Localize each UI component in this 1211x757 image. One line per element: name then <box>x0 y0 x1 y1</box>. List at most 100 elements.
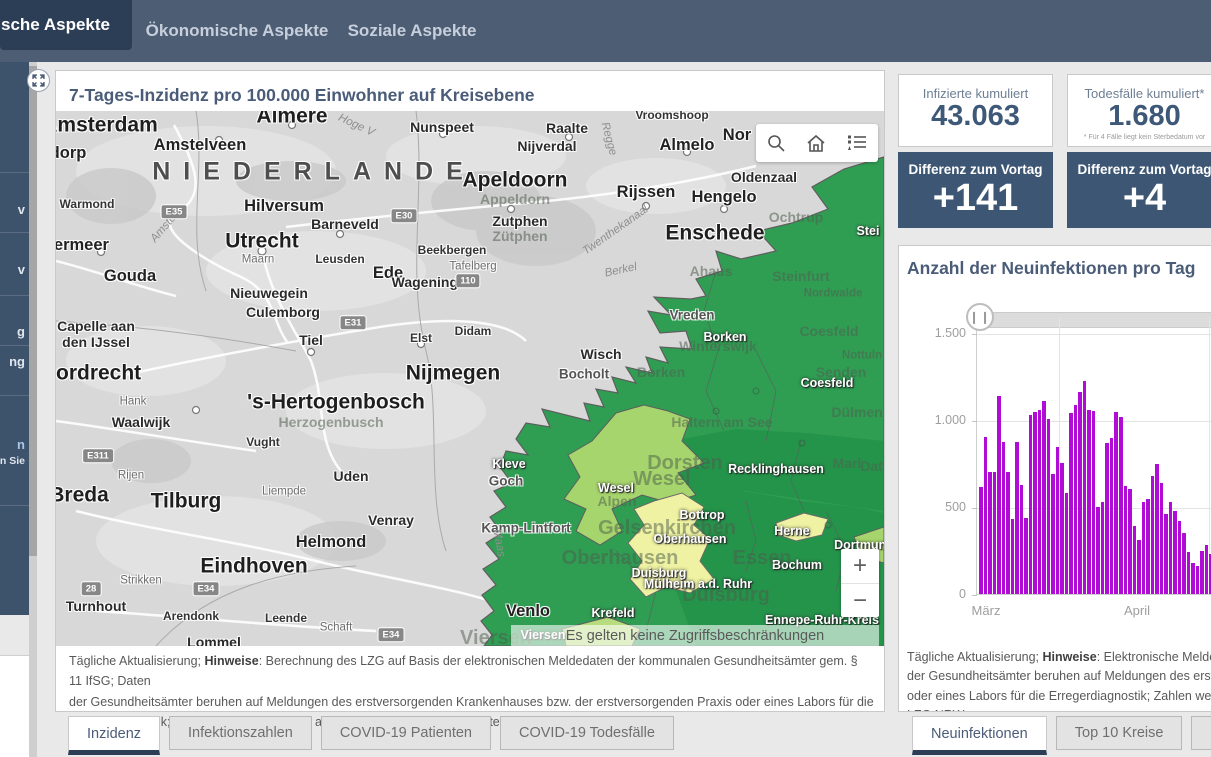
tab-covid19-todesfaelle[interactable]: COVID-19 Todesfälle <box>500 716 674 750</box>
diff-label: Differenz zum Vortag <box>1067 162 1211 177</box>
y-axis-tick-label: 500 <box>906 500 966 514</box>
stat-footnote: * Für 4 Fälle liegt kein Sterbedatum vor <box>1068 134 1211 141</box>
chart-title: Anzahl der Neuinfektionen pro Tag <box>907 258 1211 279</box>
map-attribution: Es gelten keine Zugriffsbeschränkungen <box>511 625 879 646</box>
bar <box>1146 499 1150 594</box>
stat-value: 43.063 <box>899 101 1052 133</box>
diff-card-todesfaelle: Differenz zum Vortag +4 <box>1067 152 1211 228</box>
map-panel: 7-Tages-Inzidenz pro 100.000 Einwohner a… <box>55 70 885 712</box>
sidebar-item-fragment[interactable]: n <box>17 437 25 452</box>
dashboard: { "nav": { "tabs": [ {"label": "inische … <box>0 0 1211 757</box>
tab-cut-off[interactable]: S <box>1191 716 1211 750</box>
bar <box>1011 519 1015 594</box>
diff-card-infizierte: Differenz zum Vortag +141 <box>898 152 1053 228</box>
tab-infektionszahlen[interactable]: Infektionszahlen <box>169 716 312 750</box>
bar <box>1182 533 1186 594</box>
bar <box>1047 419 1051 594</box>
tick-mark <box>972 421 977 422</box>
tab-covid19-patienten[interactable]: COVID-19 Patienten <box>321 716 491 750</box>
tick-mark <box>972 334 977 335</box>
bars-layer <box>979 316 1211 594</box>
bar <box>1038 410 1042 594</box>
bar <box>1069 413 1073 594</box>
map-toolbar <box>756 124 878 162</box>
bar <box>1092 411 1096 594</box>
bar <box>1128 489 1132 594</box>
bar <box>1205 545 1209 594</box>
bar <box>1060 463 1064 594</box>
bar <box>1056 447 1060 594</box>
sidebar-item-fragment[interactable]: v <box>18 262 25 277</box>
tab-neuinfektionen[interactable]: Neuinfektionen <box>912 716 1047 755</box>
bar <box>1187 552 1191 594</box>
tab-inzidenz[interactable]: Inzidenz <box>68 716 160 755</box>
map-tab-bar: Inzidenz Infektionszahlen COVID-19 Patie… <box>68 716 674 755</box>
bar <box>1114 412 1118 594</box>
bar <box>1024 518 1028 594</box>
sidebar-item-fragment[interactable]: ng <box>9 354 25 369</box>
tab-top-10-kreise[interactable]: Top 10 Kreise <box>1056 716 1183 750</box>
bar <box>1137 540 1141 594</box>
time-slider-handle[interactable]: ❙❙ <box>966 303 994 331</box>
chart-panel: Anzahl der Neuinfektionen pro Tag ❙❙ Mär… <box>898 245 1211 712</box>
bar <box>1196 566 1200 594</box>
bar <box>1015 442 1019 594</box>
diff-value: +141 <box>898 177 1053 221</box>
bar <box>1033 412 1037 594</box>
bar <box>1074 405 1078 594</box>
bar <box>1200 551 1204 594</box>
bar <box>1142 502 1146 594</box>
x-axis-tick-label: März <box>972 603 1001 618</box>
bar <box>1096 507 1100 594</box>
expand-map-button[interactable] <box>27 69 50 92</box>
diff-value: +4 <box>1067 177 1211 221</box>
bar <box>1151 476 1155 594</box>
bar <box>1006 472 1010 594</box>
bar-chart: ❙❙ MärzApril <box>976 317 1211 595</box>
bar <box>1078 392 1082 594</box>
map-canvas[interactable]: AmsterdamdorpAlmereAmstelveenNunspeetRaa… <box>56 111 884 646</box>
search-icon[interactable] <box>766 133 786 153</box>
bar <box>1101 502 1105 594</box>
bar <box>1051 474 1055 594</box>
sidebar[interactable]: v v g ng n en Sie <box>0 62 29 615</box>
bar <box>1065 493 1069 594</box>
map-panel-title: 7-Tages-Inzidenz pro 100.000 Einwohner a… <box>69 85 874 106</box>
zoom-in-button[interactable]: + <box>841 549 879 583</box>
nav-tab-medizinische-aspekte[interactable]: inische Aspekte <box>0 0 132 50</box>
sidebar-scrollbar-thumb[interactable] <box>29 66 37 556</box>
bar <box>1133 526 1137 594</box>
bar <box>1083 381 1087 594</box>
bar <box>1155 464 1159 594</box>
sidebar-item-fragment[interactable]: g <box>17 324 25 339</box>
zoom-out-button[interactable]: − <box>841 583 879 617</box>
sidebar-item-fragment[interactable]: v <box>18 202 25 217</box>
bar <box>1191 563 1195 594</box>
bar <box>1020 485 1024 594</box>
nav-tab-soziale-aspekte[interactable]: Soziale Aspekte <box>352 0 472 62</box>
home-icon[interactable] <box>805 133 827 153</box>
bar <box>1124 486 1128 594</box>
sidebar-divider <box>0 345 29 346</box>
bar <box>1042 401 1046 594</box>
legend-icon[interactable] <box>846 133 868 153</box>
bar <box>1173 511 1177 594</box>
sidebar-item-fragment[interactable]: en Sie <box>0 455 25 467</box>
bar <box>984 437 988 594</box>
chart-footer-note: Tägliche Aktualisierung; Hinweise: Elekt… <box>907 648 1211 712</box>
sidebar-divider <box>0 395 29 396</box>
chart-tab-bar: Neuinfektionen Top 10 Kreise S <box>912 716 1211 755</box>
sidebar-divider <box>0 172 29 173</box>
y-axis-tick-label: 0 <box>906 587 966 601</box>
stat-label: Todesfälle kumuliert* <box>1068 86 1211 101</box>
bar <box>1029 415 1033 594</box>
sidebar-divider <box>0 505 29 506</box>
nav-tab-oekonomische-aspekte[interactable]: Ökonomische Aspekte <box>152 0 322 62</box>
bar <box>1110 438 1114 594</box>
bar <box>993 472 997 594</box>
basemap <box>56 111 884 646</box>
bar <box>988 472 992 594</box>
diff-label: Differenz zum Vortag <box>898 162 1053 177</box>
bar <box>1119 417 1123 594</box>
sidebar-divider <box>0 232 29 233</box>
